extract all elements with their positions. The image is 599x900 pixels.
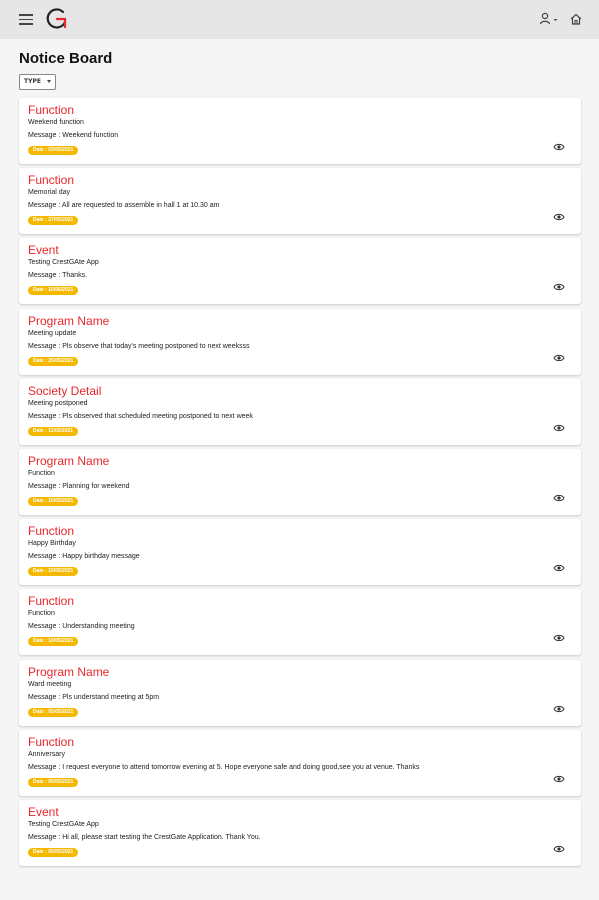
- top-app-bar: [0, 0, 599, 39]
- crestgate-logo-icon[interactable]: [46, 7, 68, 31]
- eye-icon[interactable]: [553, 423, 565, 433]
- notice-card[interactable]: Function Weekend function Message : Week…: [19, 98, 581, 164]
- type-filter-label: TYPE: [24, 78, 41, 85]
- notice-subject: Happy Birthday: [28, 540, 76, 548]
- notice-subject: Weekend function: [28, 119, 84, 126]
- notice-card[interactable]: Event Testing CrestGAte App Message : Hi…: [19, 799, 581, 866]
- notice-date-badge: Date : 05/05/2021: [28, 847, 79, 857]
- notice-date-badge: Date : 10/05/2021: [28, 567, 79, 577]
- notice-date-badge: Date : 05/05/2021: [28, 777, 79, 787]
- notice-message: Message : Weekend function: [28, 132, 119, 139]
- notice-message: Message : Pls understand meeting at 5pm: [28, 693, 160, 701]
- notice-message: Message : Happy birthday message: [28, 553, 140, 561]
- notice-subject: Testing CrestGAte App: [28, 820, 99, 828]
- notice-type: Function: [28, 524, 75, 539]
- notice-type: Program Name: [28, 453, 110, 468]
- notice-message: Message : Pls observe that today's meeti…: [28, 342, 250, 350]
- notice-type: Function: [28, 594, 75, 609]
- notice-card[interactable]: Event Testing CrestGAte App Message : Th…: [19, 238, 581, 305]
- eye-icon[interactable]: [553, 212, 565, 222]
- notice-message: Message : Planning for weekend: [28, 482, 130, 490]
- notice-card[interactable]: Function Function Message : Understandin…: [19, 589, 581, 656]
- notice-list: Function Weekend function Message : Week…: [19, 98, 581, 870]
- notice-card[interactable]: Society Detail Meeting postponed Message…: [19, 378, 581, 445]
- eye-icon[interactable]: [553, 563, 565, 573]
- notice-card[interactable]: Program Name Function Message : Planning…: [19, 448, 581, 515]
- eye-icon[interactable]: [553, 493, 565, 503]
- notice-type: Program Name: [28, 313, 110, 328]
- notice-date-badge: Date : 11/05/2021: [28, 426, 79, 436]
- notice-card[interactable]: Program Name Meeting update Message : Pl…: [19, 308, 581, 375]
- notice-message: Message : Pls observed that scheduled me…: [28, 412, 253, 420]
- eye-icon[interactable]: [553, 353, 565, 363]
- notice-type: Event: [28, 804, 59, 819]
- notice-type: Function: [28, 103, 75, 117]
- notice-subject: Ward meeting: [28, 680, 72, 688]
- notice-type: Program Name: [28, 664, 110, 679]
- notice-subject: Function: [28, 610, 55, 618]
- notice-type: Function: [28, 173, 75, 188]
- user-menu-button[interactable]: [538, 11, 562, 27]
- eye-icon[interactable]: [553, 282, 565, 292]
- notice-date-badge: Date : 10/05/2021: [28, 637, 79, 647]
- eye-icon[interactable]: [553, 142, 565, 152]
- eye-icon[interactable]: [553, 774, 565, 784]
- notice-date-badge: Date : 10/06/2021: [28, 286, 79, 296]
- notice-type: Function: [28, 734, 75, 749]
- notice-message: Message : I request everyone to attend t…: [28, 763, 420, 771]
- notice-subject: Meeting update: [28, 329, 77, 337]
- notice-type: Event: [28, 243, 59, 258]
- notice-message: Message : Hi all, please start testing t…: [28, 833, 261, 841]
- notice-message: Message : Understanding meeting: [28, 623, 135, 631]
- eye-icon[interactable]: [553, 633, 565, 643]
- notice-message: Message : All are requested to assemble …: [28, 202, 220, 210]
- notice-subject: Meeting postponed: [28, 399, 88, 407]
- notice-subject: Anniversary: [28, 750, 65, 758]
- notice-date-badge: Date : 10/05/2021: [28, 496, 79, 506]
- user-icon: [539, 12, 558, 25]
- notice-card[interactable]: Program Name Ward meeting Message : Pls …: [19, 659, 581, 726]
- notice-date-badge: Date : 25/05/2021: [28, 356, 79, 366]
- page-title: Notice Board: [19, 50, 113, 67]
- notice-date-badge: Date : 05/05/2021: [28, 707, 79, 717]
- notice-date-badge: Date : 27/05/2021: [28, 216, 79, 226]
- notice-message: Message : Thanks.: [28, 272, 88, 280]
- hamburger-menu-icon[interactable]: [19, 14, 33, 25]
- notice-date-badge: Date : 03/05/2021: [28, 146, 79, 155]
- notice-subject: Memorial day: [28, 189, 71, 197]
- eye-icon[interactable]: [553, 844, 565, 854]
- notice-card[interactable]: Function Memorial day Message : All are …: [19, 168, 581, 235]
- home-icon: [570, 13, 582, 25]
- notice-card[interactable]: Function Happy Birthday Message : Happy …: [19, 519, 581, 586]
- home-button[interactable]: [569, 11, 583, 25]
- eye-icon[interactable]: [553, 704, 565, 714]
- notice-subject: Testing CrestGAte App: [28, 259, 99, 267]
- type-filter-dropdown[interactable]: TYPE: [19, 74, 56, 90]
- notice-type: Society Detail: [28, 383, 102, 398]
- notice-card[interactable]: Function Anniversary Message : I request…: [19, 729, 581, 796]
- caret-down-icon: [47, 80, 51, 83]
- notice-subject: Function: [28, 469, 55, 477]
